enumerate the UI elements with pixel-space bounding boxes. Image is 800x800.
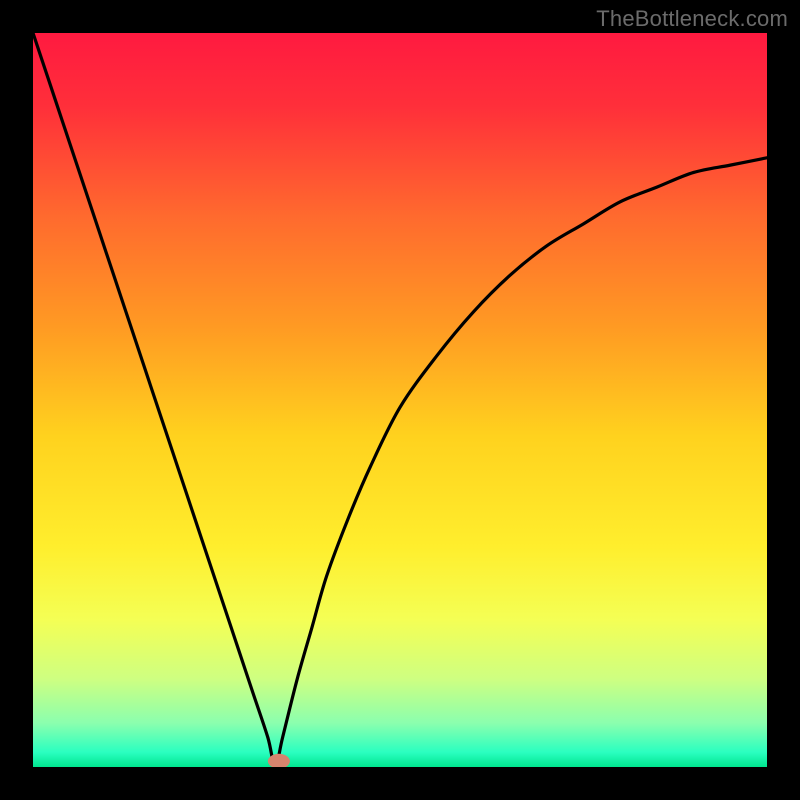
plot-svg — [33, 33, 767, 767]
gradient-background — [33, 33, 767, 767]
chart-frame: TheBottleneck.com — [0, 0, 800, 800]
plot-area — [33, 33, 767, 767]
watermark-text: TheBottleneck.com — [596, 6, 788, 32]
